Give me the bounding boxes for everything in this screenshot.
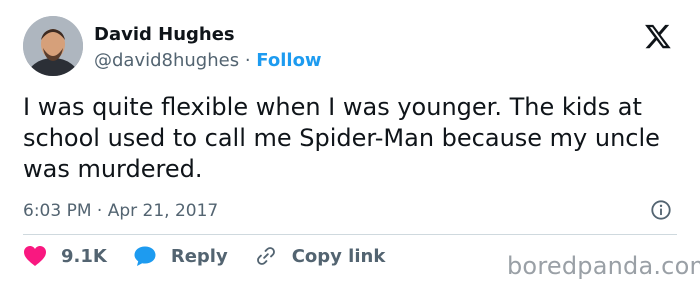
tweet-timestamp[interactable]: 6:03 PM · Apr 21, 2017 — [23, 200, 218, 222]
heart-icon — [24, 246, 46, 266]
watermark: boredpanda.com — [507, 252, 700, 280]
x-logo-icon[interactable] — [643, 22, 673, 50]
reply-button[interactable]: Reply — [133, 245, 228, 267]
separator-dot: · — [244, 50, 251, 71]
reply-label: Reply — [170, 245, 228, 267]
author-handle[interactable]: @david8hughes — [94, 50, 239, 71]
avatar[interactable] — [23, 16, 83, 76]
like-button[interactable]: 9.1K — [23, 245, 107, 267]
speech-bubble-icon — [134, 246, 156, 266]
author-handle-row: @david8hughes · Follow — [94, 50, 322, 72]
like-count: 9.1K — [61, 245, 107, 267]
action-bar: 9.1K Reply Copy link — [23, 245, 411, 267]
copy-link-label: Copy link — [291, 245, 386, 267]
author-name[interactable]: David Hughes — [94, 24, 235, 46]
divider — [23, 234, 677, 235]
follow-button[interactable]: Follow — [256, 50, 321, 71]
tweet-text: I was quite flexible when I was younger.… — [23, 93, 660, 183]
avatar-photo — [23, 16, 83, 76]
link-icon — [256, 247, 275, 265]
copy-link-button[interactable]: Copy link — [254, 245, 386, 267]
info-icon[interactable] — [650, 199, 672, 221]
